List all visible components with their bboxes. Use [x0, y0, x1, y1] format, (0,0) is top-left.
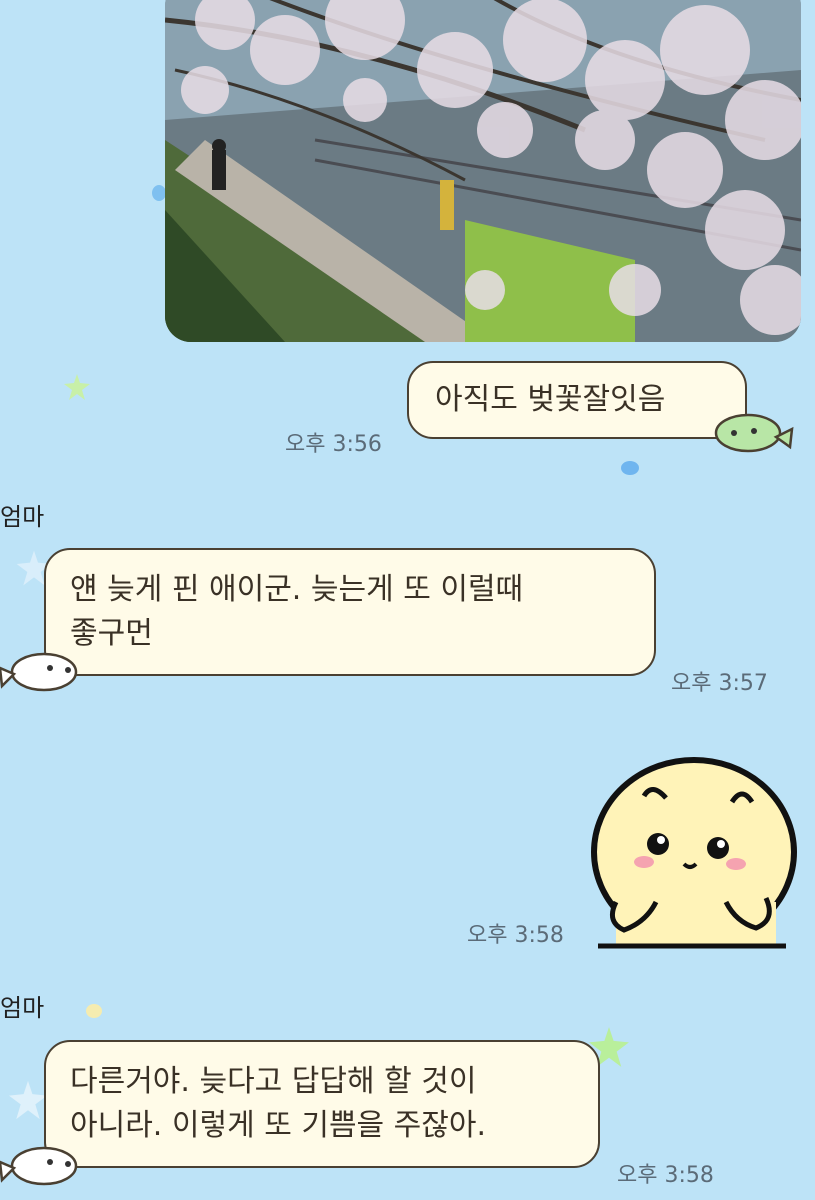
blushing-yellow-character-sticker[interactable] — [586, 752, 802, 950]
message-text-line: 아니라. 이렇게 또 기쁨을 주잖아. — [70, 1108, 487, 1143]
cherry-blossom-photo[interactable] — [165, 0, 801, 342]
received-message-bubble[interactable]: 다른거야. 늦다고 답답해 할 것이 아니라. 이렇게 또 기쁨을 주잖아. — [44, 1040, 600, 1168]
message-time: 오후 3:57 — [671, 671, 768, 696]
message-time: 오후 3:58 — [617, 1163, 714, 1188]
star-decoration-icon — [64, 374, 90, 400]
message-text-line: 좋구먼 — [70, 616, 153, 651]
green-seal-icon — [714, 413, 794, 453]
white-seal-icon — [0, 1146, 78, 1186]
message-time: 오후 3:58 — [467, 923, 564, 948]
my-message-bubble[interactable]: 아직도 벚꽃잘잇음 — [407, 361, 747, 439]
message-time: 오후 3:56 — [285, 432, 382, 457]
message-text: 아직도 벚꽃잘잇음 — [435, 382, 666, 417]
sender-name: 엄마 — [0, 994, 45, 1022]
dot-decoration — [621, 461, 639, 475]
dot-decoration — [86, 1004, 102, 1018]
white-seal-icon — [0, 652, 78, 692]
message-text-line: 얜 늦게 핀 애이군. 늦는게 또 이럴때 — [70, 572, 524, 607]
message-text-line: 다른거야. 늦다고 답답해 할 것이 — [70, 1064, 477, 1099]
received-message-bubble[interactable]: 얜 늦게 핀 애이군. 늦는게 또 이럴때 좋구먼 — [44, 548, 656, 676]
sender-name: 엄마 — [0, 503, 45, 531]
dot-decoration — [152, 185, 166, 201]
